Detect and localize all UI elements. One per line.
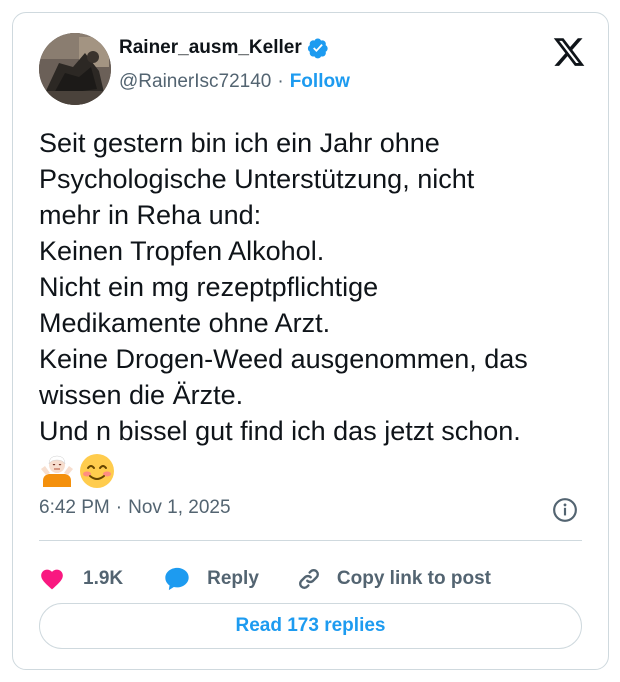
timestamp-separator: · [115, 497, 123, 518]
divider [39, 540, 582, 541]
heart-icon [39, 566, 65, 592]
x-logo-icon[interactable] [552, 35, 586, 69]
person-shrugging-emoji [39, 453, 75, 489]
copy-link-label: Copy link to post [336, 568, 491, 589]
copy-link-button[interactable]: Copy link to post [295, 565, 491, 593]
tweet-date: Nov 1, 2025 [128, 497, 231, 518]
like-count: 1.9K [83, 568, 124, 589]
reply-button[interactable]: Reply [163, 565, 295, 593]
tweet-line: Und n bissel gut find ich das jetzt scho… [39, 416, 521, 446]
avatar[interactable] [39, 33, 111, 105]
tweet-line: Psychologische Unterstützung, nicht [39, 164, 475, 194]
reply-label: Reply [207, 568, 259, 589]
read-replies-button[interactable]: Read 173 replies [39, 603, 582, 649]
tweet-line: Seit gestern bin ich ein Jahr ohne [39, 128, 440, 158]
tweet-time: 6:42 PM [39, 497, 110, 518]
display-name[interactable]: Rainer_ausm_Keller [119, 37, 302, 59]
smiling-face-with-smiling-eyes-emoji [79, 453, 115, 489]
tweet-line: mehr in Reha und: [39, 200, 262, 230]
handle-separator: · [277, 71, 284, 92]
tweet-text: Seit gestern bin ich ein Jahr ohne Psych… [39, 125, 589, 449]
tweet-line: Keinen Tropfen Alkohol. [39, 236, 325, 266]
emoji-row [39, 453, 115, 489]
link-icon [295, 565, 323, 593]
handle-row: @RainerIsc72140 · Follow [119, 71, 350, 93]
tweet-line: Nicht ein mg rezeptpflichtige [39, 272, 379, 302]
reply-bubble-icon [163, 565, 191, 593]
tweet-card: Rainer_ausm_Keller @RainerIsc72140 · Fol… [12, 12, 609, 670]
info-icon[interactable] [552, 497, 578, 523]
tweet-line: wissen die Ärzte. [39, 380, 244, 410]
tweet-line: Keine Drogen-Weed ausgenommen, das [39, 344, 528, 374]
read-replies-label: Read 173 replies [235, 615, 386, 636]
like-button[interactable]: 1.9K [39, 566, 163, 592]
handle[interactable]: @RainerIsc72140 [119, 71, 271, 93]
follow-button[interactable]: Follow [290, 71, 350, 93]
author-name-row: Rainer_ausm_Keller [119, 37, 329, 59]
tweet-timestamp[interactable]: 6:42 PM · Nov 1, 2025 [39, 497, 231, 519]
tweet-line: Medikamente ohne Arzt. [39, 308, 331, 338]
action-bar: 1.9K Reply Copy link to post [39, 565, 491, 593]
verified-badge-icon [307, 37, 329, 59]
